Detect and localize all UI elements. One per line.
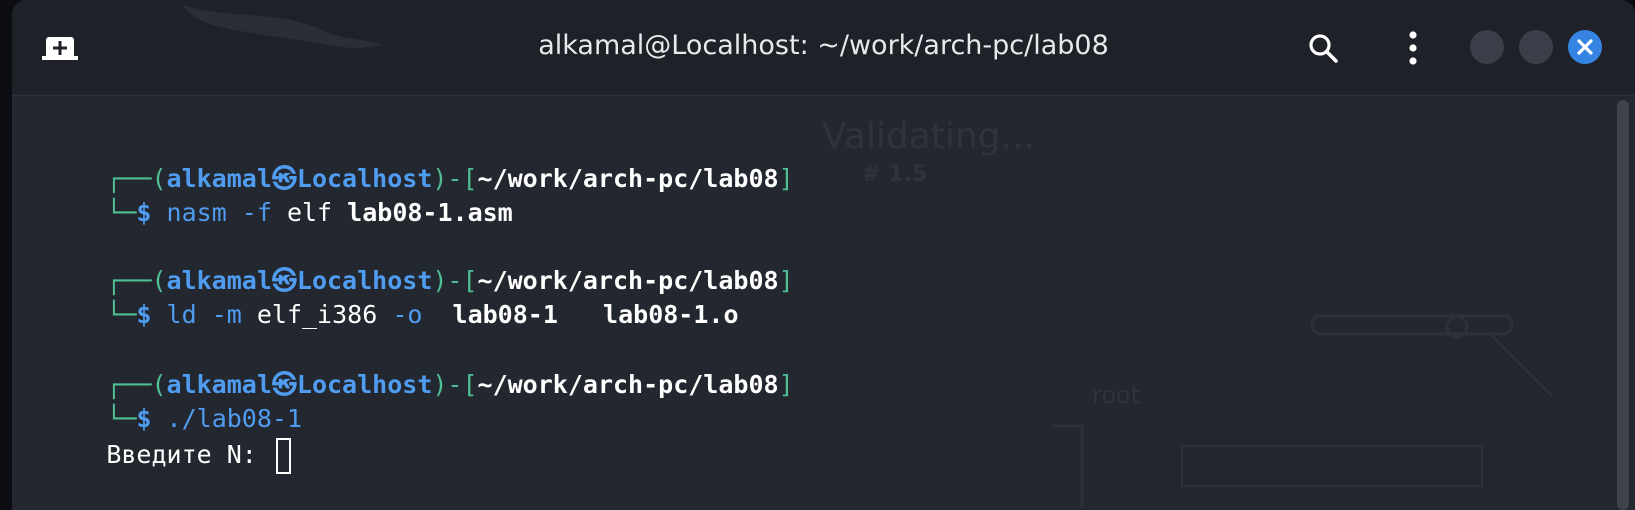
command-token: -o xyxy=(392,300,423,329)
close-button[interactable] xyxy=(1568,30,1602,64)
command-token: nasm xyxy=(151,198,227,227)
prompt-line: ┌──(alkamal㉿Localhost)-[~/work/arch-pc/l… xyxy=(16,334,793,399)
prompt-mid: )-[ xyxy=(432,370,478,399)
watermark-version: # 1.5 xyxy=(862,162,928,187)
command-line: └─$ nasm -f elf lab08-1.asm xyxy=(16,162,512,227)
command-token: lab08-1.asm xyxy=(347,198,513,227)
prompt-close: ] xyxy=(778,266,794,295)
terminal-output[interactable]: Validating... # 1.5 root ┌──(alkamal㉿Loc… xyxy=(12,96,1612,510)
prompt-path: ~/work/arch-pc/lab08 xyxy=(477,370,779,399)
terminal-window: alkamal@Localhost: ~/work/arch-pc/lab08 … xyxy=(12,0,1635,510)
command-line: └─$ ./lab08-1 xyxy=(16,368,302,433)
command-token: -m xyxy=(196,300,242,329)
program-output-line: Введите N: xyxy=(16,404,291,474)
command-line: └─$ ld -m elf_i386 -o lab08-1 lab08-1.o xyxy=(16,264,738,329)
prompt-path: ~/work/arch-pc/lab08 xyxy=(477,164,779,193)
dollar-sign: $ xyxy=(136,198,152,227)
dollar-prefix: └─ xyxy=(106,198,137,227)
command-token: -f xyxy=(226,198,272,227)
command-token: elf xyxy=(271,198,348,227)
search-icon[interactable] xyxy=(1305,30,1341,66)
maximize-icon[interactable] xyxy=(1519,30,1553,64)
prompt-close: ] xyxy=(778,370,794,399)
close-icon xyxy=(1577,39,1593,55)
kebab-menu-icon[interactable] xyxy=(1403,28,1423,68)
terminal-cursor[interactable] xyxy=(275,438,291,474)
command-token: lab08-1 lab08-1.o xyxy=(422,300,739,329)
minimize-icon[interactable] xyxy=(1470,30,1504,64)
prompt-close: ] xyxy=(778,164,794,193)
program-prompt: Введите N: xyxy=(106,440,272,469)
prompt-line: ┌──(alkamal㉿Localhost)-[~/work/arch-pc/l… xyxy=(16,128,793,193)
watermark-circuit-art xyxy=(1052,314,1554,506)
watermark-title: Validating... xyxy=(822,116,1035,157)
window-title: alkamal@Localhost: ~/work/arch-pc/lab08 xyxy=(538,30,1109,61)
command-token: elf_i386 xyxy=(241,300,393,329)
header-bar: alkamal@Localhost: ~/work/arch-pc/lab08 xyxy=(12,0,1635,96)
scrollbar[interactable] xyxy=(1617,100,1629,510)
dollar-sign: $ xyxy=(136,300,152,329)
prompt-host: Localhost xyxy=(296,370,433,399)
prompt-line: ┌──(alkamal㉿Localhost)-[~/work/arch-pc/l… xyxy=(16,230,793,295)
dollar-prefix: └─ xyxy=(106,300,137,329)
command-token: ld xyxy=(151,300,197,329)
